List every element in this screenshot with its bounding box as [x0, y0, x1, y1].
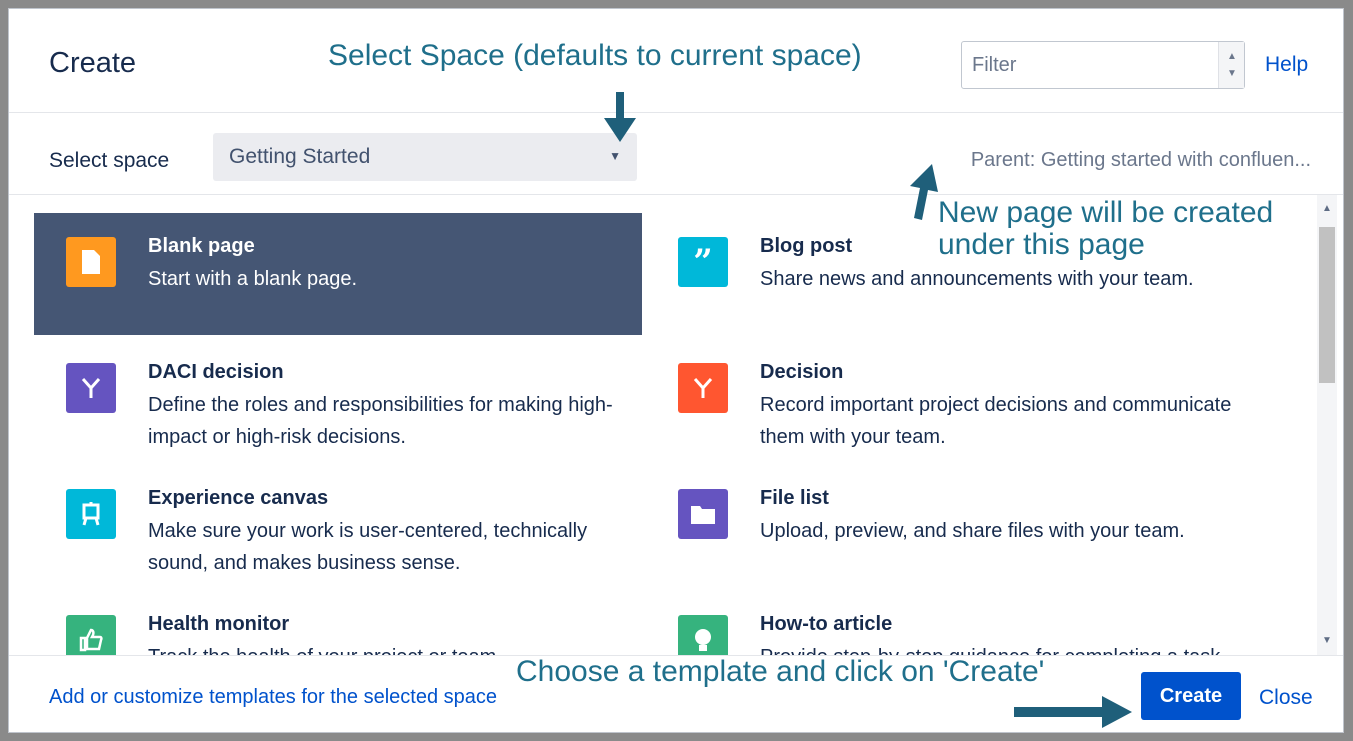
template-name: How-to article: [760, 613, 893, 635]
space-select-value: Getting Started: [229, 145, 371, 168]
template-decision[interactable]: Decision Record important project decisi…: [646, 339, 1254, 461]
fork-icon: [66, 363, 116, 413]
annotation-new-page-line1: New page will be created: [938, 196, 1274, 229]
space-select[interactable]: Getting Started ▼: [213, 133, 637, 181]
fork-icon: [678, 363, 728, 413]
template-name: File list: [760, 487, 829, 509]
template-grid: Blank page Start with a blank page. ” Bl…: [9, 195, 1317, 655]
help-link[interactable]: Help: [1265, 53, 1308, 77]
folder-icon: [678, 489, 728, 539]
easel-icon: [66, 489, 116, 539]
template-desc: Upload, preview, and share files with yo…: [760, 520, 1185, 542]
template-blank-page[interactable]: Blank page Start with a blank page.: [34, 213, 642, 335]
template-desc: Provide step-by-step guidance for comple…: [760, 641, 1240, 655]
template-name: Experience canvas: [148, 487, 329, 509]
template-health-monitor[interactable]: Health monitor Track the health of your …: [34, 591, 642, 655]
template-desc: Make sure your work is user-centered, te…: [148, 520, 588, 574]
template-daci-decision[interactable]: DACI decision Define the roles and respo…: [34, 339, 642, 461]
template-name: Health monitor: [148, 613, 290, 635]
arrow-down-icon: [604, 92, 636, 142]
scroll-up-icon[interactable]: ▲: [1322, 203, 1332, 214]
parent-page-text[interactable]: Parent: Getting started with confluen...: [971, 149, 1311, 172]
template-name: DACI decision: [148, 361, 284, 383]
template-desc: Track the health of your project or team…: [148, 641, 628, 655]
annotation-select-space: Select Space (defaults to current space): [328, 39, 862, 72]
filter-input[interactable]: [962, 42, 1214, 88]
spin-up-icon[interactable]: ▲: [1227, 52, 1237, 62]
template-desc: Define the roles and responsibilities fo…: [148, 394, 613, 448]
template-how-to-article[interactable]: How-to article Provide step-by-step guid…: [646, 591, 1254, 655]
customize-templates-link[interactable]: Add or customize templates for the selec…: [49, 686, 497, 709]
close-link[interactable]: Close: [1259, 686, 1313, 710]
arrow-up-icon: [910, 164, 938, 220]
arrow-right-icon: [1014, 696, 1132, 728]
thumbs-up-icon: [66, 615, 116, 655]
filter-field[interactable]: ▲ ▼: [961, 41, 1245, 89]
quote-icon: ”: [678, 237, 728, 287]
create-button[interactable]: Create: [1141, 672, 1241, 720]
annotation-new-page-line2: under this page: [938, 228, 1145, 261]
template-desc: Record important project decisions and c…: [760, 394, 1232, 448]
template-experience-canvas[interactable]: Experience canvas Make sure your work is…: [34, 465, 642, 587]
spin-down-icon[interactable]: ▼: [1227, 69, 1237, 79]
template-name: Blank page: [148, 235, 255, 257]
template-desc: Share news and announcements with your t…: [760, 268, 1194, 290]
blank-page-icon: [66, 237, 116, 287]
filter-spinner[interactable]: ▲ ▼: [1218, 42, 1244, 88]
dialog-title: Create: [49, 47, 137, 79]
template-file-list[interactable]: File list Upload, preview, and share fil…: [646, 465, 1254, 587]
template-desc: Start with a blank page.: [148, 268, 358, 290]
space-row: Select space Getting Started ▼ Parent: G…: [9, 113, 1343, 195]
template-name: Decision: [760, 361, 844, 383]
lightbulb-icon: [678, 615, 728, 655]
scrollbar-thumb[interactable]: [1319, 227, 1335, 383]
select-space-label: Select space: [49, 149, 170, 172]
template-name: Blog post: [760, 235, 853, 257]
template-scrollbar[interactable]: ▲ ▼: [1317, 195, 1337, 655]
annotation-choose-template: Choose a template and click on 'Create': [516, 655, 1045, 688]
caret-down-icon: ▼: [609, 149, 621, 163]
scroll-down-icon[interactable]: ▼: [1322, 635, 1332, 646]
create-dialog: Create ▲ ▼ Help Select space Getting Sta…: [8, 8, 1344, 733]
